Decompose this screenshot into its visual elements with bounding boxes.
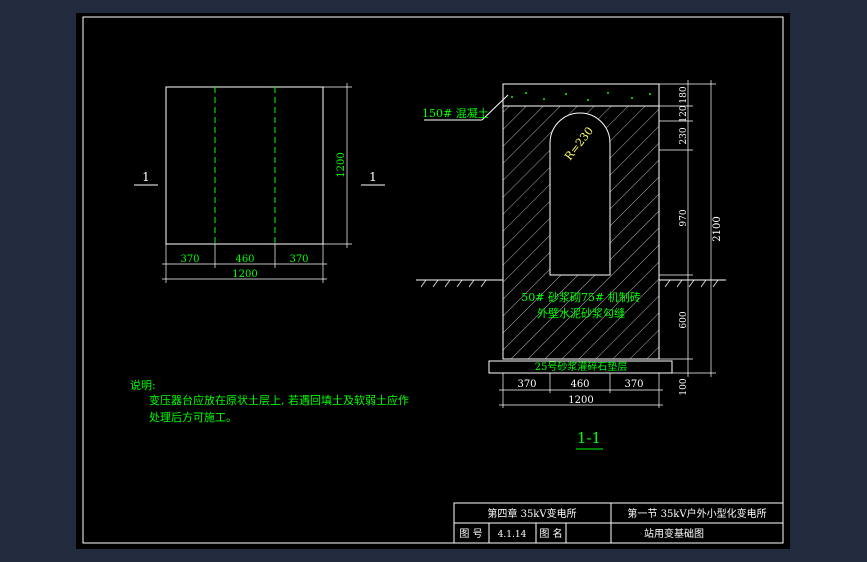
drawing-number: 4.1.14 (498, 530, 527, 540)
section-dim-100: 100 (679, 378, 689, 395)
notes: 说明: 变压器台应放在原状土层上, 若遇回填土及软弱土应作 处理后方可施工。 (130, 378, 409, 424)
title-section: 第一节 35kV户外小型化变电所 (627, 507, 766, 520)
cad-viewport: 1 1 370 460 370 1200 1200 150# 混凝土 R=230… (0, 0, 867, 562)
section-dim-970: 970 (679, 209, 689, 226)
title-block: 第四章 35kV变电所 第一节 35kV户外小型化变电所 图 号 4.1.14 … (453, 502, 784, 544)
drawing-sheet: 1 1 370 460 370 1200 1200 150# 混凝土 R=230… (82, 16, 784, 544)
section-dim-2100: 2100 (712, 216, 723, 241)
section-dim-right: 370 (624, 379, 643, 390)
label-base: 25号砂浆灌碎石垫层 (535, 360, 628, 373)
section-dim-middle: 460 (570, 379, 589, 390)
drawing-name: 站用变基础图 (644, 527, 704, 540)
section-dim-120: 120 (679, 105, 689, 122)
plan-dim-right: 370 (289, 254, 308, 265)
concrete-dots (511, 92, 651, 101)
section-caption: 1-1 (577, 429, 601, 447)
notes-title: 说明: (130, 378, 156, 392)
drawing-number-label: 图 号 (459, 528, 482, 540)
title-chapter: 第四章 35kV变电所 (487, 507, 576, 520)
section-dim-180: 180 (679, 86, 689, 103)
plan-view: 1 1 370 460 370 1200 1200 (134, 83, 385, 283)
drawing-canvas[interactable]: 1 1 370 460 370 1200 1200 150# 混凝土 R=230… (76, 13, 790, 549)
section-view: 150# 混凝土 R=230 50# 砂浆砌75# 机制砖 外壁水泥砂浆勾缝 2… (416, 80, 726, 450)
section-dim-left: 370 (517, 379, 536, 390)
label-masonry-2: 外壁水泥砂浆勾缝 (537, 306, 625, 320)
drawing-name-label: 图 名 (539, 527, 562, 540)
plan-outline (165, 86, 324, 245)
notes-line-2: 处理后方可施工。 (149, 410, 237, 424)
section-dim-total: 1200 (568, 395, 593, 406)
section-dim-600: 600 (679, 311, 689, 328)
plan-dim-left: 370 (180, 254, 199, 265)
section-dim-230: 230 (679, 127, 689, 144)
label-masonry-1: 50# 砂浆砌75# 机制砖 (521, 290, 640, 304)
label-radius: R=230 (562, 125, 596, 163)
notes-line-1: 变压器台应放在原状土层上, 若遇回填土及软弱土应作 (149, 393, 409, 407)
section-mark-left: 1 (142, 170, 150, 184)
plan-dim-middle: 460 (235, 254, 254, 265)
label-concrete: 150# 混凝土 (422, 106, 489, 120)
plan-dim-height: 1200 (336, 152, 347, 177)
concrete-cap (502, 83, 660, 107)
section-mark-right: 1 (369, 170, 377, 184)
plan-dim-total: 1200 (232, 269, 257, 280)
